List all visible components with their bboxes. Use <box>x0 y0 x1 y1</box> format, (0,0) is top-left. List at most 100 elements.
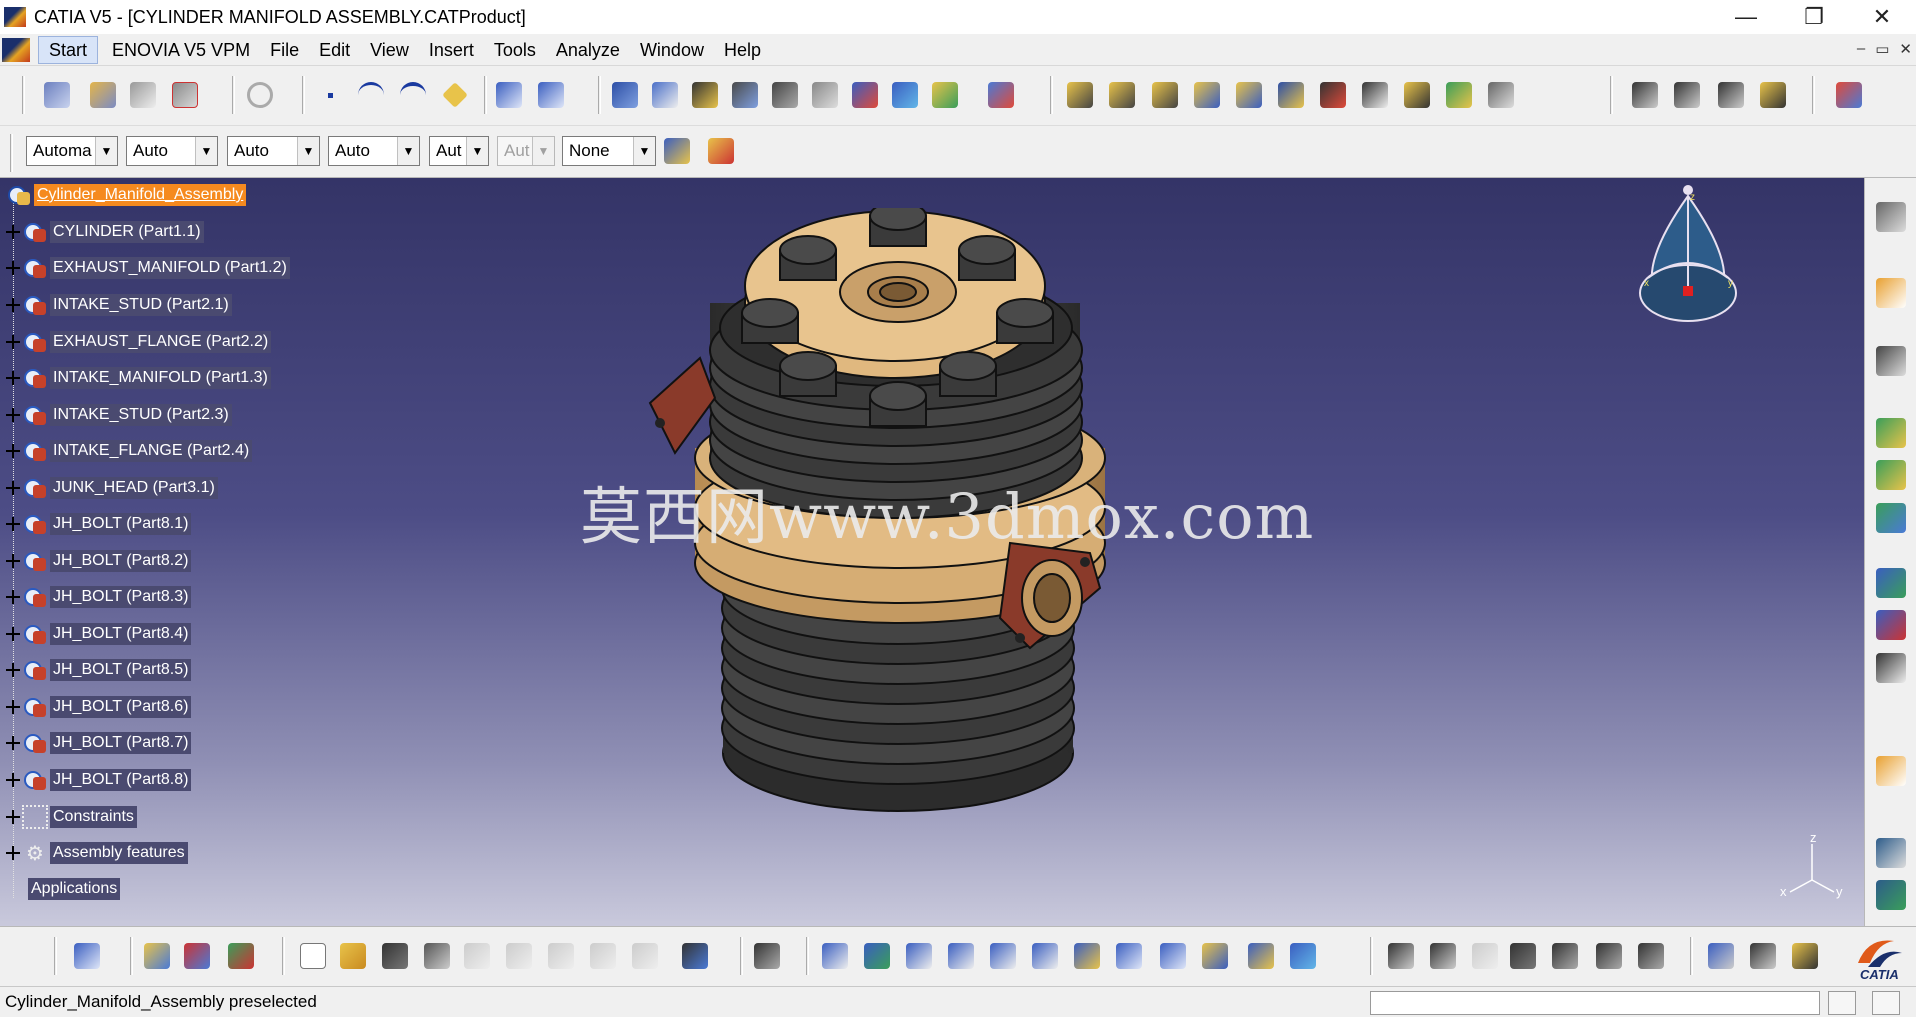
expand-icon[interactable] <box>6 554 20 568</box>
expand-icon[interactable] <box>6 627 20 641</box>
contact-constraint-icon[interactable] <box>1065 80 1095 110</box>
doc-close-button[interactable]: ✕ <box>1899 40 1912 58</box>
tree-node-part[interactable]: JH_BOLT (Part8.1) <box>6 512 192 536</box>
explode-icon[interactable] <box>730 80 760 110</box>
multi-view-icon[interactable] <box>1114 941 1144 971</box>
doc-restore-button[interactable]: ▭ <box>1875 40 1889 58</box>
curve-icon[interactable] <box>356 80 386 110</box>
toolbar-grip[interactable] <box>22 76 25 114</box>
minimize-button[interactable]: — <box>1712 0 1780 34</box>
toolbar-grip[interactable] <box>1370 937 1373 975</box>
toolbar-grip[interactable] <box>598 76 601 114</box>
toolbar-grip[interactable] <box>1610 76 1613 114</box>
expand-icon[interactable] <box>6 261 20 275</box>
tree-node-part[interactable]: JH_BOLT (Part8.6) <box>6 695 192 719</box>
flexible-subassembly-icon[interactable] <box>1318 80 1348 110</box>
scenes-icon[interactable] <box>1486 80 1516 110</box>
line-type-combo[interactable]: Auto ▼ <box>328 136 420 166</box>
render-style-icon[interactable] <box>142 941 172 971</box>
anchor-icon[interactable] <box>770 80 800 110</box>
tree-root-node[interactable]: Cylinder_Manifold_Assembly <box>6 183 247 207</box>
toolbar-grip[interactable] <box>232 76 235 114</box>
measure-between-icon[interactable] <box>1630 80 1660 110</box>
sectioning-icon[interactable] <box>850 80 880 110</box>
expand-icon[interactable] <box>6 225 20 239</box>
apply-material-icon[interactable] <box>182 941 212 971</box>
select-icon[interactable] <box>1876 278 1906 308</box>
expand-icon[interactable] <box>6 371 20 385</box>
catalog-icon[interactable] <box>494 80 524 110</box>
expand-icon[interactable] <box>6 517 20 531</box>
hide-show-icon[interactable] <box>1246 941 1276 971</box>
constraint-reuse-icon[interactable] <box>930 80 960 110</box>
distance-icon[interactable] <box>890 80 920 110</box>
tree-node-part[interactable]: JH_BOLT (Part8.5) <box>6 658 192 682</box>
multi-instantiation-icon[interactable] <box>1876 756 1906 786</box>
fix-together-icon[interactable] <box>1234 80 1264 110</box>
toolbar-grip[interactable] <box>54 937 57 975</box>
menu-start[interactable]: Start <box>38 35 99 64</box>
menu-file[interactable]: File <box>260 35 309 65</box>
pattern-icon[interactable] <box>1402 80 1432 110</box>
tree-root-label[interactable]: Cylinder_Manifold_Assembly <box>34 184 247 206</box>
menu-window[interactable]: Window <box>630 35 714 65</box>
menu-view[interactable]: View <box>360 35 419 65</box>
zoom-in-icon[interactable] <box>988 941 1018 971</box>
tree-node-part[interactable]: INTAKE_STUD (Part2.1) <box>6 293 232 317</box>
formula-icon[interactable] <box>1386 941 1416 971</box>
new-part-icon[interactable] <box>1876 503 1906 533</box>
generate-numbering-icon[interactable] <box>1876 610 1906 640</box>
swap-visible-space-icon[interactable] <box>1288 941 1318 971</box>
new-icon[interactable] <box>298 941 328 971</box>
tree-node-part[interactable]: INTAKE_STUD (Part2.3) <box>6 403 232 427</box>
tree-node-assembly-features[interactable]: ⚙ Assembly features <box>6 841 188 865</box>
plane-select-icon[interactable] <box>72 941 102 971</box>
expand-icon[interactable] <box>6 846 20 860</box>
expand-icon[interactable] <box>6 298 20 312</box>
fly-mode-icon[interactable] <box>820 941 850 971</box>
toolbar-grip[interactable] <box>282 937 285 975</box>
measure-inertia-icon[interactable] <box>1716 80 1746 110</box>
point-symbol-combo[interactable]: Aut ▼ <box>429 136 489 166</box>
knowledge-advisor-icon[interactable] <box>1428 941 1458 971</box>
existing-component-icon[interactable] <box>128 80 158 110</box>
measure-between-bottom-icon[interactable] <box>1706 941 1736 971</box>
quick-constraint-icon[interactable] <box>1276 80 1306 110</box>
pan-icon[interactable] <box>904 941 934 971</box>
whats-this-icon[interactable] <box>680 941 710 971</box>
menu-tools[interactable]: Tools <box>484 35 546 65</box>
print-icon[interactable] <box>422 941 452 971</box>
toolbar-grip[interactable] <box>1050 76 1053 114</box>
new-component-icon[interactable] <box>1876 418 1906 448</box>
selective-load-icon[interactable] <box>1876 653 1906 683</box>
catalog-browser-icon[interactable] <box>536 80 566 110</box>
open-icon[interactable] <box>338 941 368 971</box>
tree-node-part[interactable]: EXHAUST_MANIFOLD (Part1.2) <box>6 256 290 280</box>
save-icon[interactable] <box>380 941 410 971</box>
command-input[interactable] <box>1370 991 1820 1015</box>
new-product-icon[interactable] <box>1876 460 1906 490</box>
toolbar-grip[interactable] <box>1690 937 1693 975</box>
expand-icon[interactable] <box>6 663 20 677</box>
isometric-view-icon[interactable] <box>1158 941 1188 971</box>
graphic-properties-wizard-icon[interactable] <box>706 136 736 166</box>
close-button[interactable]: ✕ <box>1848 0 1916 34</box>
toolbar-grip[interactable] <box>740 937 743 975</box>
table-icon[interactable] <box>1508 941 1538 971</box>
snap-icon[interactable] <box>650 80 680 110</box>
toolbar-grip[interactable] <box>806 937 809 975</box>
menu-enovia[interactable]: ENOVIA V5 VPM <box>102 35 260 65</box>
expand-icon[interactable] <box>6 700 20 714</box>
settings-gear-icon[interactable] <box>1876 202 1906 232</box>
catia-app-icon[interactable] <box>4 7 26 27</box>
tree-node-part[interactable]: INTAKE_FLANGE (Part2.4) <box>6 439 253 463</box>
change-constraint-icon[interactable] <box>1360 80 1390 110</box>
tree-node-part[interactable]: INTAKE_MANIFOLD (Part1.3) <box>6 366 271 390</box>
expand-icon[interactable] <box>6 773 20 787</box>
coincidence-constraint-icon[interactable] <box>986 80 1016 110</box>
toolbar-grip[interactable] <box>484 76 487 114</box>
toolbar-grip[interactable] <box>130 937 133 975</box>
3d-viewport[interactable]: 莫西网www.3dmox.com Cylinder_Manifold_Assem… <box>0 178 1864 926</box>
expand-icon[interactable] <box>6 335 20 349</box>
tree-node-part[interactable]: CYLINDER (Part1.1) <box>6 220 204 244</box>
